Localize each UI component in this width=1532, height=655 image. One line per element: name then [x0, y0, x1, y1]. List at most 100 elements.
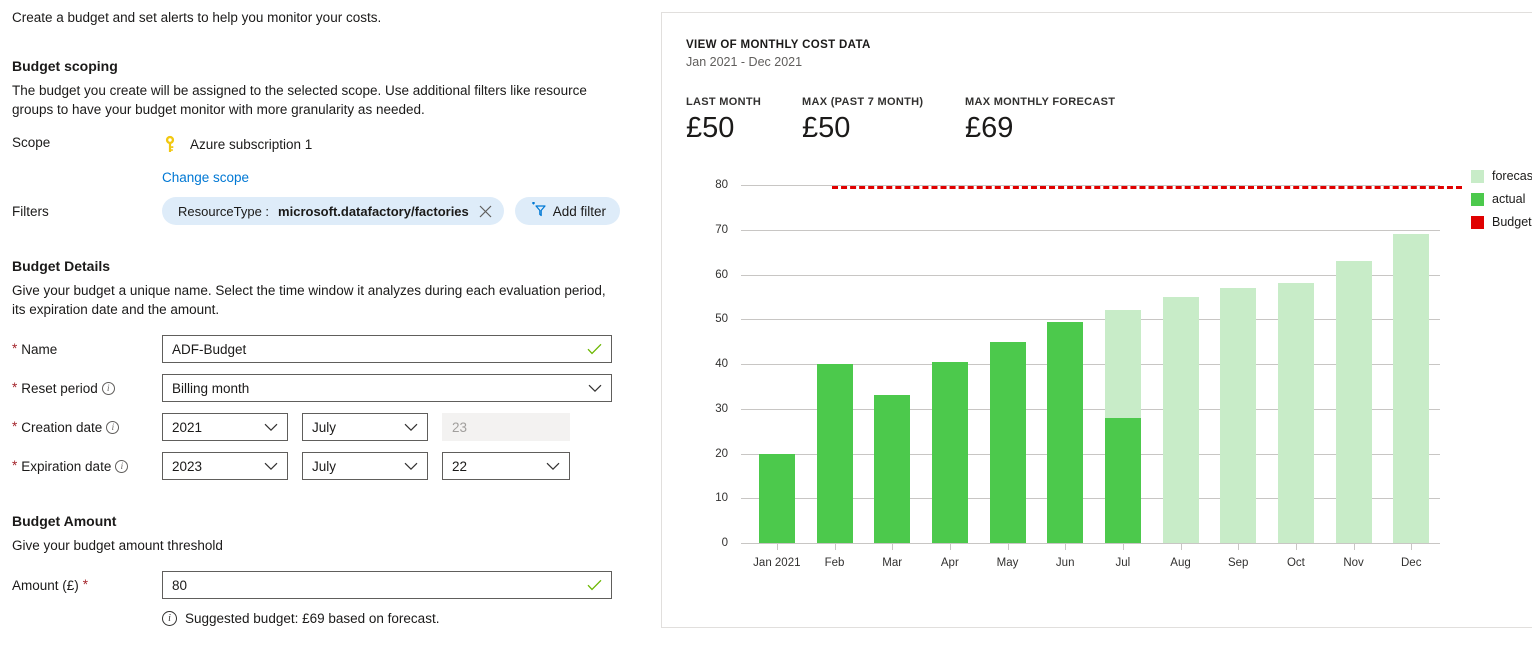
filters-row: Filters ResourceType : microsoft.datafac…	[12, 197, 627, 225]
chart-bar-jun[interactable]	[1047, 321, 1084, 543]
x-axis-tick-label: Feb	[824, 557, 845, 569]
y-axis-tick: 30	[715, 402, 728, 415]
creation-day-value: 23	[452, 419, 468, 435]
chart-bar-slot[interactable]	[1382, 185, 1440, 543]
y-axis-tick: 0	[721, 537, 728, 549]
legend-label: actual	[1492, 192, 1526, 206]
budget-scoping-heading: Budget scoping	[12, 58, 118, 74]
gridline-tick	[741, 185, 748, 186]
budget-scoping-description: The budget you create will be assigned t…	[12, 83, 587, 117]
bar-segment-forecast	[1393, 234, 1430, 543]
monthly-cost-chart: 0 10 20 30 40 50 60 70 80 Jan 2021 Feb Mar Apr May Ju…	[686, 165, 1532, 569]
x-axis-tick	[1065, 544, 1067, 550]
filter-pill-resourcetype[interactable]: ResourceType : microsoft.datafactory/fac…	[162, 197, 504, 225]
chart-bar-slot[interactable]	[1094, 185, 1152, 543]
chart-bar-slot[interactable]	[1152, 185, 1210, 543]
gridline-tick	[741, 543, 748, 544]
chart-bars	[748, 185, 1440, 543]
bar-segment-actual	[1104, 417, 1141, 543]
close-icon[interactable]	[478, 204, 493, 219]
legend-label: Budget	[1492, 215, 1532, 229]
bar-segment-actual	[874, 395, 911, 543]
info-icon[interactable]: i	[101, 381, 115, 395]
chart-bar-nov[interactable]	[1335, 261, 1372, 543]
budget-details-heading: Budget Details	[12, 258, 111, 274]
creation-date-label-text: Creation date	[21, 419, 103, 435]
filter-pill-key: ResourceType :	[178, 203, 270, 219]
x-axis-tick-label: Nov	[1343, 557, 1364, 569]
x-axis-tick-label: Jul	[1115, 557, 1131, 569]
legend-item[interactable]: Budget	[1471, 215, 1532, 229]
chart-bar-jul[interactable]	[1104, 310, 1141, 543]
chart-bar-slot[interactable]	[748, 185, 806, 543]
expiration-month-value: July	[312, 458, 337, 474]
x-axis-tick	[1295, 544, 1297, 550]
chart-bar-slot[interactable]	[979, 185, 1037, 543]
expiration-year-value: 2023	[172, 458, 203, 474]
chart-bar-aug[interactable]	[1162, 296, 1199, 543]
reset-period-value: Billing month	[172, 380, 250, 396]
chart-bar-slot[interactable]	[921, 185, 979, 543]
expiration-day-select[interactable]: 22	[442, 452, 570, 480]
bar-segment-forecast	[1277, 283, 1314, 543]
chart-bar-oct[interactable]	[1277, 283, 1314, 543]
chart-bar-slot[interactable]	[863, 185, 921, 543]
chart-bar-sep[interactable]	[1220, 287, 1257, 543]
bar-segment-forecast	[1335, 261, 1372, 543]
validation-check-icon	[587, 579, 602, 591]
scope-value: Azure subscription 1	[190, 136, 313, 152]
expiration-year-select[interactable]: 2023	[162, 452, 288, 480]
name-input[interactable]: ADF-Budget	[162, 335, 612, 363]
y-axis-tick: 70	[715, 223, 728, 236]
cost-chart-panel: VIEW OF MONTHLY COST DATA Jan 2021 - Dec…	[661, 12, 1532, 628]
x-axis-tick-label: May	[996, 557, 1019, 569]
key-icon	[162, 135, 178, 153]
legend-item[interactable]: forecast	[1471, 169, 1532, 183]
x-axis-tick	[1411, 544, 1413, 550]
reset-period-select[interactable]: Billing month	[162, 374, 612, 402]
budget-details-description: Give your budget a unique name. Select t…	[12, 283, 606, 317]
chart-bar-slot[interactable]	[1209, 185, 1267, 543]
info-icon[interactable]: i	[106, 420, 120, 434]
legend-item[interactable]: actual	[1471, 192, 1532, 206]
info-icon[interactable]: i	[115, 459, 129, 473]
x-axis-tick	[1122, 544, 1124, 550]
chart-bar-apr[interactable]	[931, 361, 968, 543]
budget-amount-heading: Budget Amount	[12, 513, 117, 529]
expiration-month-select[interactable]: July	[302, 452, 428, 480]
chart-bar-may[interactable]	[989, 341, 1026, 543]
scope-row: Scope Azure subscription 1	[12, 135, 627, 163]
expiration-date-label: * Expiration date i	[12, 459, 162, 474]
amount-label: Amount (£) *	[12, 578, 162, 593]
page-intro-text: Create a budget and set alerts to help y…	[12, 10, 382, 25]
amount-input[interactable]: 80	[162, 571, 612, 599]
change-scope-link[interactable]: Change scope	[162, 170, 249, 185]
name-label: * Name	[12, 342, 162, 357]
panel-subtitle: Jan 2021 - Dec 2021	[686, 55, 803, 69]
chart-bar-slot[interactable]	[1325, 185, 1383, 543]
x-axis-tick	[892, 544, 894, 550]
legend-swatch	[1471, 169, 1484, 183]
bar-segment-actual	[989, 341, 1026, 543]
x-axis-tick-label: Apr	[940, 557, 959, 569]
creation-month-select[interactable]: July	[302, 413, 428, 441]
chart-bar-feb[interactable]	[816, 364, 853, 543]
chart-bar-slot[interactable]	[806, 185, 864, 543]
y-axis-tick: 40	[715, 358, 728, 370]
chevron-down-icon	[546, 462, 560, 471]
creation-date-row: * Creation date i 2021 July 23	[12, 413, 627, 441]
creation-year-select[interactable]: 2021	[162, 413, 288, 441]
chart-bar-jan-2021[interactable]	[758, 453, 795, 543]
x-axis-tick-label: Mar	[882, 557, 903, 569]
bar-segment-actual	[758, 453, 795, 543]
chart-bar-dec[interactable]	[1393, 234, 1430, 543]
legend-swatch	[1471, 192, 1484, 206]
chart-bar-slot[interactable]	[1267, 185, 1325, 543]
x-axis-tick-label: Dec	[1401, 557, 1422, 569]
x-axis-tick-label: Jan 2021	[753, 557, 801, 569]
chart-bar-slot[interactable]	[1036, 185, 1094, 543]
chart-bar-mar[interactable]	[874, 395, 911, 543]
chevron-down-icon	[588, 384, 602, 393]
filter-pill-value: microsoft.datafactory/factories	[278, 203, 469, 219]
add-filter-button[interactable]: Add filter	[514, 197, 621, 225]
